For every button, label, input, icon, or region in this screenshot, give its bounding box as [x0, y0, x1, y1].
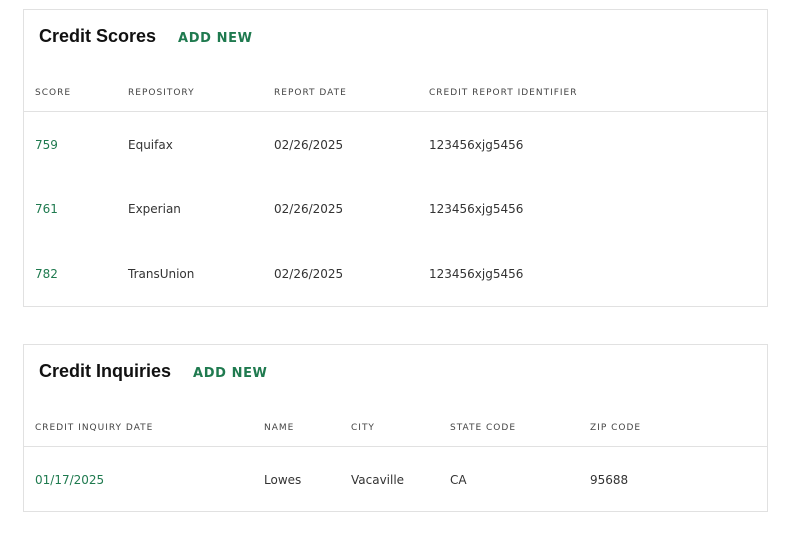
column-header-city[interactable]: CITY	[351, 423, 375, 433]
column-header-score[interactable]: SCORE	[35, 88, 71, 98]
zip-code-cell: 95688	[590, 473, 629, 487]
column-header-state-code[interactable]: STATE CODE	[450, 423, 516, 433]
column-header-credit-inquiry-date[interactable]: CREDIT INQUIRY DATE	[35, 423, 153, 433]
score-link[interactable]: 759	[35, 138, 58, 152]
credit-scores-header: Credit Scores ADD NEW	[39, 26, 253, 47]
name-cell: Lowes	[264, 473, 302, 487]
credit-inquiries-title: Credit Inquiries	[39, 361, 172, 381]
column-header-report-date[interactable]: REPORT DATE	[274, 88, 347, 98]
header-divider	[24, 446, 767, 447]
repository-cell: TransUnion	[128, 267, 195, 281]
credit-scores-title: Credit Scores	[39, 26, 157, 46]
city-cell: Vacaville	[351, 473, 405, 487]
state-code-cell: CA	[450, 473, 467, 487]
score-link[interactable]: 782	[35, 267, 58, 281]
credit-scores-panel: Credit Scores ADD NEW SCORE REPOSITORY R…	[23, 9, 768, 307]
column-header-zip-code[interactable]: ZIP CODE	[590, 423, 641, 433]
score-link[interactable]: 761	[35, 202, 58, 216]
credit-inquiries-panel: Credit Inquiries ADD NEW CREDIT INQUIRY …	[23, 344, 768, 512]
column-header-repository[interactable]: REPOSITORY	[128, 88, 195, 98]
identifier-cell: 123456xjg5456	[429, 267, 524, 281]
column-header-credit-report-identifier[interactable]: CREDIT REPORT IDENTIFIER	[429, 88, 578, 98]
add-new-credit-score-button[interactable]: ADD NEW	[178, 31, 252, 46]
repository-cell: Equifax	[128, 138, 173, 152]
report-date-cell: 02/26/2025	[274, 267, 344, 281]
add-new-credit-inquiry-button[interactable]: ADD NEW	[193, 366, 267, 381]
column-header-name[interactable]: NAME	[264, 423, 294, 433]
identifier-cell: 123456xjg5456	[429, 202, 524, 216]
inquiry-date-link[interactable]: 01/17/2025	[35, 473, 104, 487]
repository-cell: Experian	[128, 202, 181, 216]
header-divider	[24, 111, 767, 112]
report-date-cell: 02/26/2025	[274, 138, 344, 152]
identifier-cell: 123456xjg5456	[429, 138, 524, 152]
report-date-cell: 02/26/2025	[274, 202, 344, 216]
credit-inquiries-header: Credit Inquiries ADD NEW	[39, 361, 268, 382]
